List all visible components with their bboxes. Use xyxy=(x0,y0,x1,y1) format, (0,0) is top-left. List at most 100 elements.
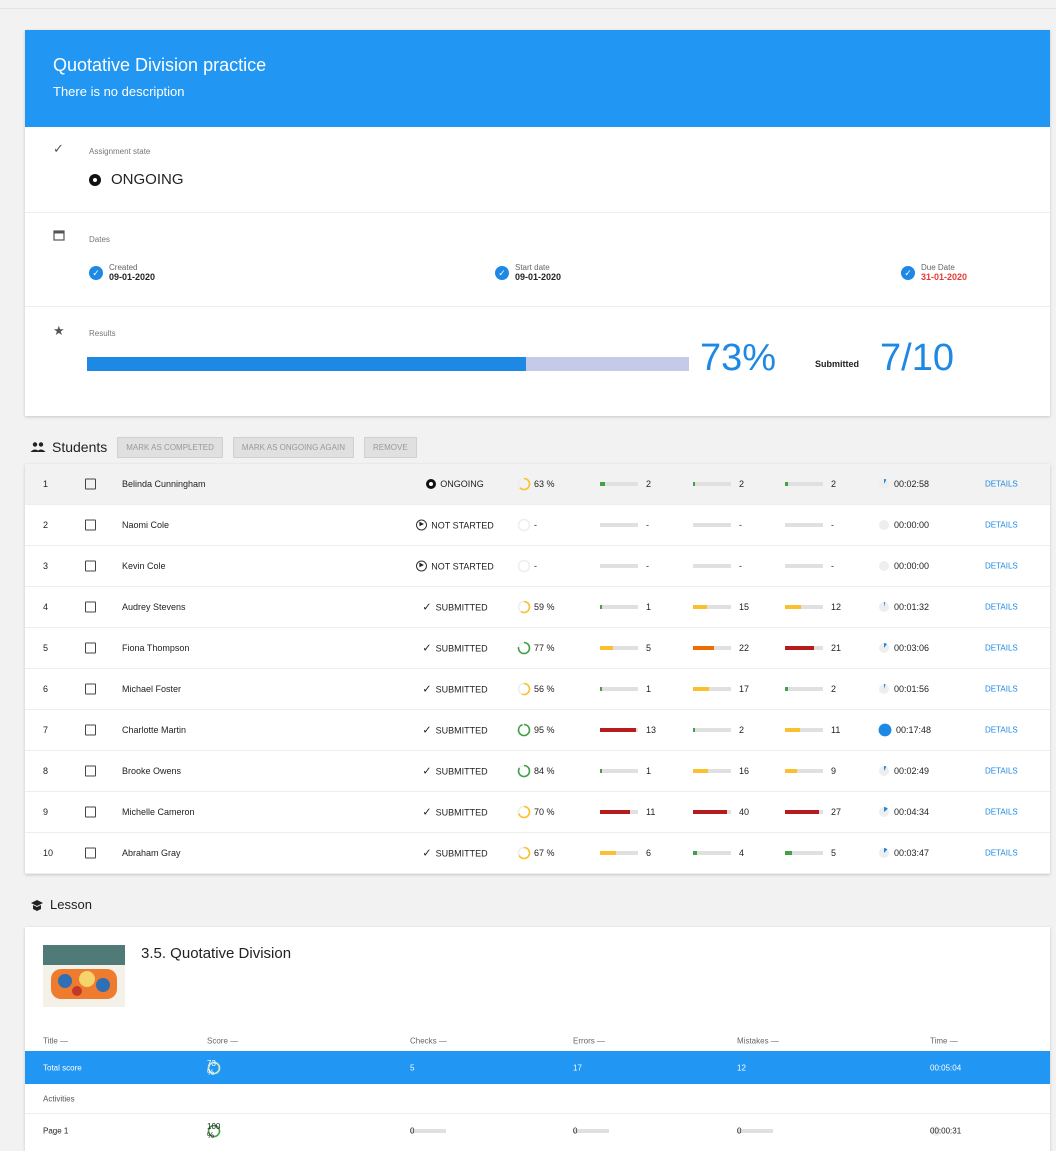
errors-bar-fill xyxy=(693,728,695,732)
table-row[interactable]: 2 Naomi Cole ▶ NOT STARTED - - - - 00:00:00 DETAI… xyxy=(25,505,1050,546)
errors: 22 xyxy=(693,643,749,653)
dates-section: Dates ✓ Created 09-01-2020 ✓ Start date … xyxy=(25,213,1050,307)
mistakes-bar xyxy=(785,646,823,650)
student-time: 00:01:32 xyxy=(878,601,929,613)
column-checks[interactable]: Checks — xyxy=(410,1037,447,1046)
details-link[interactable]: DETAILS xyxy=(985,685,1018,694)
score-ring-icon xyxy=(517,600,531,614)
checks: 6 xyxy=(600,848,651,858)
status-badge: ONGOING xyxy=(395,479,515,489)
assignment-card: Quotative Division practice There is no … xyxy=(25,30,1050,416)
mistakes-bar-fill xyxy=(785,851,792,855)
errors-value: 22 xyxy=(739,643,750,653)
details-link[interactable]: DETAILS xyxy=(985,644,1018,653)
errors-value: 2 xyxy=(739,479,745,489)
checks: - xyxy=(600,561,649,571)
checks-value: 6 xyxy=(646,848,652,858)
table-row[interactable]: 6 Michael Foster ✓ SUBMITTED 56 % 1 17 2 00:01:5… xyxy=(25,669,1050,710)
start-date: ✓ Start date 09-01-2020 xyxy=(495,263,561,282)
details-link[interactable]: DETAILS xyxy=(985,849,1018,858)
errors-bar xyxy=(693,523,731,527)
checkmark-icon: ✓ xyxy=(422,642,432,655)
row-checkbox[interactable] xyxy=(85,478,96,490)
mistakes-value: - xyxy=(831,520,834,530)
student-time: 00:03:06 xyxy=(878,642,929,654)
mistakes-value: 27 xyxy=(831,807,842,817)
status-badge: ✓ SUBMITTED xyxy=(395,642,515,655)
table-row[interactable]: 1 Belinda Cunningham ONGOING 63 % 2 2 2 00:02:5… xyxy=(25,464,1050,505)
errors-bar xyxy=(693,564,731,568)
row-number: 8 xyxy=(43,766,49,776)
details-link[interactable]: DETAILS xyxy=(985,767,1018,776)
details-link[interactable]: DETAILS xyxy=(985,562,1018,571)
table-row[interactable]: 8 Brooke Owens ✓ SUBMITTED 84 % 1 16 9 00:02:49 D… xyxy=(25,751,1050,792)
checks-bar-fill xyxy=(600,687,603,691)
remove-button[interactable]: REMOVE xyxy=(363,436,417,458)
activity-title: Page 1 xyxy=(43,1126,69,1136)
checks-bar xyxy=(600,810,638,814)
checks-bar-fill xyxy=(600,646,614,650)
student-score: 95 % xyxy=(517,723,555,737)
mistakes-value: 11 xyxy=(831,725,841,735)
dates-label: Dates xyxy=(89,235,110,244)
row-checkbox[interactable] xyxy=(85,560,96,572)
mistakes-value: - xyxy=(831,561,834,571)
checks: 11 xyxy=(600,807,655,817)
mark-ongoing-again-button[interactable]: MARK AS ONGOING AGAIN xyxy=(232,436,354,458)
score-ring-icon xyxy=(517,641,531,655)
student-score: 59 % xyxy=(517,600,555,614)
mistakes: - xyxy=(785,561,834,571)
results-progress-bar xyxy=(87,357,689,371)
mistakes-bar xyxy=(785,687,823,691)
table-row[interactable]: 4 Audrey Stevens ✓ SUBMITTED 59 % 1 15 12 00:01:… xyxy=(25,587,1050,628)
status-text: SUBMITTED xyxy=(435,848,488,858)
row-checkbox[interactable] xyxy=(85,724,96,736)
row-checkbox[interactable] xyxy=(85,683,96,695)
row-checkbox[interactable] xyxy=(85,847,96,859)
assignment-state-value: ONGOING xyxy=(89,171,184,188)
checks-value: 1 xyxy=(646,602,652,612)
row-checkbox[interactable] xyxy=(85,519,96,531)
checks-bar-fill xyxy=(600,728,637,732)
results-percent: 73% xyxy=(700,337,777,379)
details-link[interactable]: DETAILS xyxy=(985,808,1018,817)
column-mistakes[interactable]: Mistakes — xyxy=(737,1037,779,1046)
total-score-row: Total score 73 % 5 17 12 00:05:04 xyxy=(25,1051,1050,1084)
activity-row[interactable]: Page 1 100 % 0 0 0 00:00:31 xyxy=(25,1115,1050,1147)
errors-value: 2 xyxy=(739,725,745,735)
checks-value: 2 xyxy=(646,479,652,489)
column-title[interactable]: Title — xyxy=(43,1037,68,1046)
people-icon xyxy=(30,442,46,452)
details-link[interactable]: DETAILS xyxy=(985,521,1018,530)
table-row[interactable]: 9 Michelle Cameron ✓ SUBMITTED 70 % 11 40 27 00:… xyxy=(25,792,1050,833)
row-checkbox[interactable] xyxy=(85,601,96,613)
student-name: Audrey Stevens xyxy=(122,602,186,612)
status-badge: ✓ SUBMITTED xyxy=(395,724,515,737)
lesson-thumbnail[interactable] xyxy=(43,945,125,1007)
details-link[interactable]: DETAILS xyxy=(985,603,1018,612)
student-score: 56 % xyxy=(517,682,555,696)
details-link[interactable]: DETAILS xyxy=(985,726,1018,735)
errors-value: 15 xyxy=(739,602,750,612)
column-score[interactable]: Score — xyxy=(207,1037,238,1046)
row-checkbox[interactable] xyxy=(85,642,96,654)
checks-bar-fill xyxy=(600,769,603,773)
submitted-value: 7/10 xyxy=(880,337,954,379)
row-checkbox[interactable] xyxy=(85,765,96,777)
table-row[interactable]: 3 Kevin Cole ▶ NOT STARTED - - - - 00:00:00 DETAI… xyxy=(25,546,1050,587)
details-link[interactable]: DETAILS xyxy=(985,480,1018,489)
row-checkbox[interactable] xyxy=(85,806,96,818)
table-row[interactable]: 7 Charlotte Martin ✓ SUBMITTED 95 % 13 2 11 00:1… xyxy=(25,710,1050,751)
column-errors[interactable]: Errors — xyxy=(573,1037,605,1046)
errors-value: 40 xyxy=(739,807,750,817)
column-time[interactable]: Time — xyxy=(930,1037,958,1046)
checks-bar xyxy=(600,769,638,773)
table-row[interactable]: 10 Abraham Gray ✓ SUBMITTED 67 % 6 4 5 00:03:47 D… xyxy=(25,833,1050,874)
errors-bar xyxy=(693,810,731,814)
mistakes-bar-fill xyxy=(785,769,798,773)
mark-completed-button[interactable]: MARK AS COMPLETED xyxy=(117,436,223,458)
table-row[interactable]: 5 Fiona Thompson ✓ SUBMITTED 77 % 5 22 21 00:03:… xyxy=(25,628,1050,669)
students-header: Students MARK AS COMPLETED MARK AS ONGOI… xyxy=(30,432,1050,462)
mistakes-bar xyxy=(785,728,823,732)
total-score-value: 73 % xyxy=(207,1058,216,1077)
